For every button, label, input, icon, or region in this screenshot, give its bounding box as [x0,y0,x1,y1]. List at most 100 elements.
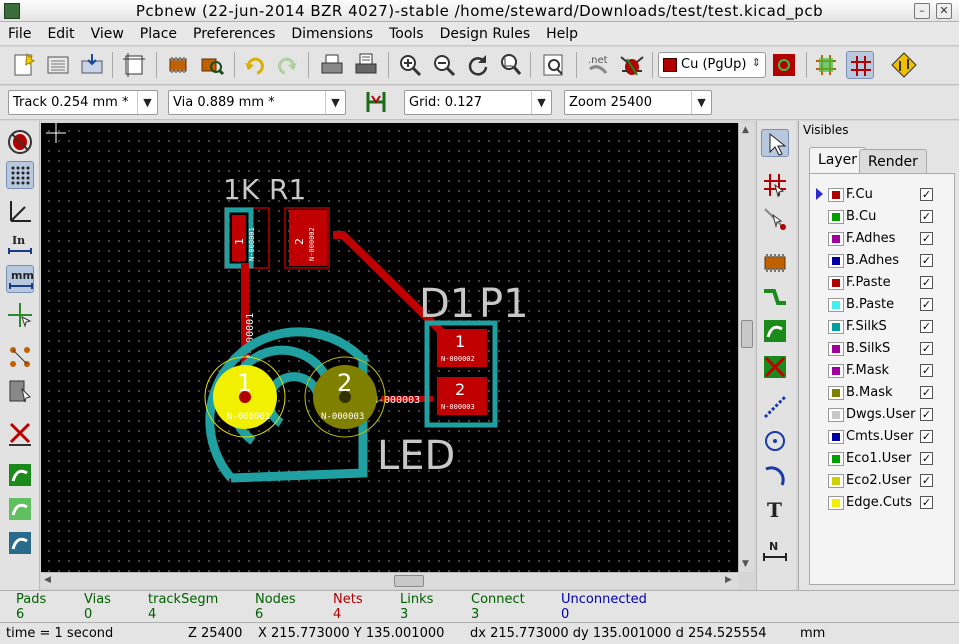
save-board-icon[interactable] [78,51,106,79]
menu-preferences[interactable]: Preferences [185,22,283,45]
polar-coords-icon[interactable] [6,197,34,225]
layer-row-fmask[interactable]: F.Mask ✓ [810,360,954,382]
zoom-out-icon[interactable] [430,51,458,79]
zone-outline-icon[interactable] [6,495,34,523]
layer-row-bpaste[interactable]: B.Paste ✓ [810,294,954,316]
grid-toggle-icon[interactable] [6,161,34,189]
via-size-select[interactable]: Via 0.889 mm * ▼ [168,90,346,115]
layer-name[interactable]: B.Paste [846,297,894,312]
scroll-up-icon[interactable]: ▲ [742,125,749,135]
layer-row-badhes[interactable]: B.Adhes ✓ [810,250,954,272]
inch-units-icon[interactable]: In [6,231,34,259]
module-editor-icon[interactable] [164,51,192,79]
module-ratsnest-icon[interactable] [6,377,34,405]
track-width-select[interactable]: Track 0.254 mm * ▼ [8,90,158,115]
add-track-icon[interactable] [761,283,789,311]
layer-name[interactable]: Edge.Cuts [846,495,912,510]
scroll-right-icon[interactable]: ▶ [725,575,732,585]
tab-layer[interactable]: Layer [809,147,867,174]
auto-delete-track-icon[interactable] [6,419,34,447]
ratsnest-icon[interactable] [6,343,34,371]
layer-row-eco2-user[interactable]: Eco2.User ✓ [810,470,954,492]
layer-color-swatch[interactable] [828,210,844,224]
menu-dimensions[interactable]: Dimensions [283,22,381,45]
zone-fill-icon[interactable] [6,461,34,489]
layer-color-swatch[interactable] [828,320,844,334]
layer-color-swatch[interactable] [828,430,844,444]
minimize-button[interactable]: – [914,3,930,19]
vertical-scrollbar[interactable]: ▲ ▼ [738,123,754,572]
layer-color-swatch[interactable] [828,496,844,510]
layer-color-swatch[interactable] [828,364,844,378]
layer-row-fpaste[interactable]: F.Paste ✓ [810,272,954,294]
plot-icon[interactable] [352,51,380,79]
layer-color-swatch[interactable] [828,188,844,202]
drc-icon[interactable] [618,51,646,79]
layer-visible-checkbox[interactable]: ✓ [920,254,933,267]
layer-row-fcu[interactable]: F.Cu ✓ [810,184,954,206]
new-board-icon[interactable] [10,51,38,79]
add-keepout-icon[interactable] [761,353,789,381]
layer-row-cmts-user[interactable]: Cmts.User ✓ [810,426,954,448]
add-text-icon[interactable]: T [761,495,789,523]
horizontal-scrollbar[interactable]: ◀ ▶ [41,572,738,588]
menu-view[interactable]: View [83,22,132,45]
layer-visible-checkbox[interactable]: ✓ [920,210,933,223]
menu-place[interactable]: Place [132,22,185,45]
add-line-icon[interactable] [761,393,789,421]
layer-pair-icon[interactable] [770,51,798,79]
layer-visible-checkbox[interactable]: ✓ [920,298,933,311]
microwave-tools-icon[interactable] [890,51,918,79]
layer-visible-checkbox[interactable]: ✓ [920,342,933,355]
redraw-icon[interactable] [464,51,492,79]
auto-track-width-icon[interactable] [362,88,390,116]
layer-visible-checkbox[interactable]: ✓ [920,188,933,201]
layer-visible-checkbox[interactable]: ✓ [920,232,933,245]
module-viewer-icon[interactable] [198,51,226,79]
zoom-in-icon[interactable] [396,51,424,79]
layer-color-swatch[interactable] [828,386,844,400]
layer-row-bcu[interactable]: B.Cu ✓ [810,206,954,228]
highlight-net-icon[interactable] [761,171,789,199]
layer-visible-checkbox[interactable]: ✓ [920,474,933,487]
layer-visible-checkbox[interactable]: ✓ [920,276,933,289]
mm-units-icon[interactable]: mm [6,265,34,293]
layer-color-swatch[interactable] [828,474,844,488]
layer-name[interactable]: Eco1.User [846,451,911,466]
layer-row-fsilks[interactable]: F.SilkS ✓ [810,316,954,338]
layer-visible-checkbox[interactable]: ✓ [920,408,933,421]
layer-name[interactable]: F.Adhes [846,231,895,246]
vertical-scroll-thumb[interactable] [741,320,753,348]
layer-visible-checkbox[interactable]: ✓ [920,320,933,333]
zoom-select[interactable]: Zoom 25400 ▼ [564,90,712,115]
layer-row-edge-cuts[interactable]: Edge.Cuts ✓ [810,492,954,514]
close-button[interactable]: ✕ [936,3,952,19]
add-circle-icon[interactable] [761,427,789,455]
find-icon[interactable] [540,51,568,79]
layer-color-swatch[interactable] [828,342,844,356]
layer-name[interactable]: F.Cu [846,187,873,202]
layer-visible-checkbox[interactable]: ✓ [920,452,933,465]
layer-row-eco1-user[interactable]: Eco1.User ✓ [810,448,954,470]
add-module-icon[interactable] [761,249,789,277]
layer-color-swatch[interactable] [828,276,844,290]
horizontal-scroll-thumb[interactable] [394,575,424,587]
select-arrow-icon[interactable] [761,129,789,157]
layer-name[interactable]: Cmts.User [846,429,913,444]
grid-select[interactable]: Grid: 0.127 ▼ [404,90,552,115]
menu-help[interactable]: Help [538,22,586,45]
redo-icon[interactable] [274,51,302,79]
scroll-down-icon[interactable]: ▼ [742,559,749,569]
layer-row-fadhes[interactable]: F.Adhes ✓ [810,228,954,250]
active-layer-select[interactable]: Cu (PgUp) ⇕ [658,52,766,78]
layer-visible-checkbox[interactable]: ✓ [920,430,933,443]
open-board-icon[interactable] [44,51,72,79]
layer-name[interactable]: F.SilkS [846,319,887,334]
layer-color-swatch[interactable] [828,254,844,268]
zone-sketch-icon[interactable] [6,529,34,557]
layer-name[interactable]: B.Mask [846,385,893,400]
undo-icon[interactable] [240,51,268,79]
layer-name[interactable]: F.Paste [846,275,891,290]
layer-name[interactable]: Dwgs.User [846,407,915,422]
pcb-canvas[interactable]: 1K R1 1 N-000001 2 N-000002 N-000001 N-0… [41,123,738,572]
